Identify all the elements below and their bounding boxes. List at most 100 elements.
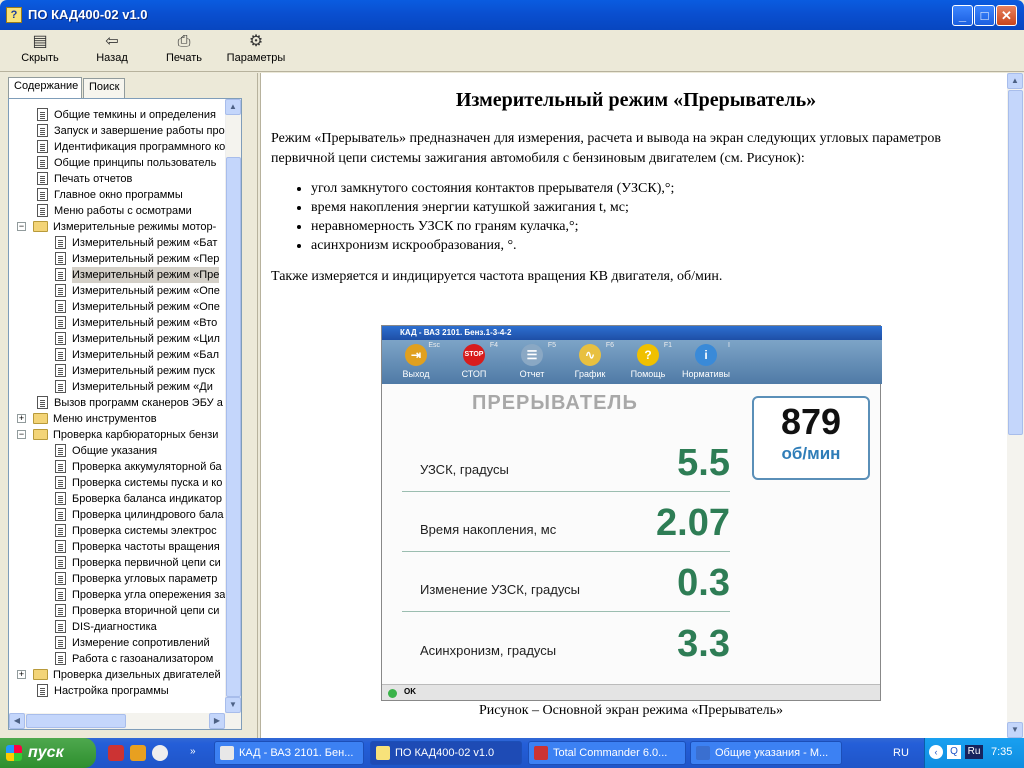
tree-hscroll-thumb[interactable]	[26, 714, 126, 728]
tree-scroll-down-button[interactable]: ▼	[225, 697, 241, 713]
content-scroll-up-button[interactable]: ▲	[1007, 73, 1023, 89]
tree-page-item[interactable]: Измерительный режим «Опе	[9, 283, 227, 299]
maximize-button[interactable]: □	[974, 5, 995, 26]
options-button[interactable]: ⚙ Параметры	[224, 33, 288, 69]
tree-page-item[interactable]: Главное окно программы	[9, 187, 227, 203]
tree-page-item[interactable]: Проверка аккумуляторной ба	[9, 459, 227, 475]
taskbar-item-active[interactable]: ПО КАД400-02 v1.0	[370, 741, 522, 765]
tree-page-item[interactable]: Общие указания	[9, 443, 227, 459]
tree-page-item[interactable]: Измерительный режим «Цил	[9, 331, 227, 347]
clock[interactable]: 7:35	[991, 746, 1012, 758]
tree-page-item[interactable]: Общие принципы пользователь	[9, 155, 227, 171]
keyboard-layout-icon[interactable]: Ru	[965, 745, 983, 759]
page-icon	[55, 524, 66, 537]
tree-item-label: Идентификация программного ко	[54, 141, 226, 153]
tree-page-item[interactable]: Проверка вторичной цепи си	[9, 603, 227, 619]
folder-icon	[33, 669, 48, 680]
tree-page-item[interactable]: DIS-диагностика	[9, 619, 227, 635]
tree-folder-item[interactable]: + Проверка дизельных двигателей	[9, 667, 227, 683]
tree-folder-item[interactable]: − Измерительные режимы мотор-	[9, 219, 227, 235]
tree-item-label: DIS-диагностика	[72, 621, 157, 633]
tree-scroll-up-button[interactable]: ▲	[225, 99, 241, 115]
tree-page-item[interactable]: Броверка баланса индикатор	[9, 491, 227, 507]
page-icon	[55, 588, 66, 601]
figure-toolbar-button[interactable]: Esc ⇥ Выход	[388, 342, 444, 382]
tab-search[interactable]: Поиск	[83, 78, 125, 98]
figure-toolbar-button[interactable]: F5 ☰ Отчет	[504, 342, 560, 382]
tree-page-item[interactable]: Измерительный режим «Бат	[9, 235, 227, 251]
tree-scroll-left-button[interactable]: ◀	[9, 713, 25, 729]
chevron-icon[interactable]: »	[190, 746, 196, 757]
figure-button-label: Помощь	[630, 369, 666, 379]
tree-page-item[interactable]: Измерительный режим пуск	[9, 363, 227, 379]
expand-icon[interactable]: +	[17, 670, 26, 679]
taskbar-item[interactable]: Общие указания - М...	[690, 741, 842, 765]
back-button[interactable]: ⇦ Назад	[90, 33, 134, 69]
tree-page-item[interactable]: Проверка системы пуска и ко	[9, 475, 227, 491]
language-indicator[interactable]: RU	[893, 747, 909, 759]
hotkey-label: Esc	[428, 342, 440, 349]
tree-page-item[interactable]: Проверка угла опережения за	[9, 587, 227, 603]
tree-page-item[interactable]: Проверка цилиндрового бала	[9, 507, 227, 523]
topic-intro: Режим «Прерыватель» предназначен для изм…	[271, 131, 942, 166]
content-vertical-scrollbar[interactable]: ▲ ▼	[1007, 73, 1024, 738]
help-icon: ?	[637, 344, 659, 366]
expand-icon[interactable]: +	[17, 414, 26, 423]
tree-page-item[interactable]: Измерительный режим «Пре	[9, 267, 227, 283]
tree-folder-item[interactable]: − Проверка карбюраторных бензи	[9, 427, 227, 443]
tree-item-label: Измерительный режим «Ди	[72, 381, 213, 393]
tree-vertical-scrollbar[interactable]: ▲ ▼	[225, 99, 241, 713]
tree-page-item[interactable]: Запуск и завершение работы про	[9, 123, 227, 139]
tree-page-item[interactable]: Печать отчетов	[9, 171, 227, 187]
content-scroll-down-button[interactable]: ▼	[1007, 722, 1023, 738]
tree-page-item[interactable]: Проверка первичной цепи си	[9, 555, 227, 571]
figure-toolbar-button[interactable]: F1? Помощь	[620, 342, 676, 382]
quicklaunch-app-icon[interactable]	[108, 745, 124, 761]
content-scroll-thumb[interactable]	[1008, 90, 1023, 435]
tray-expand-icon[interactable]: ‹	[929, 745, 943, 759]
figure-toolbar-button[interactable]: F6 ∿ График	[562, 342, 618, 382]
tree-item-label: Меню инструментов	[53, 413, 157, 425]
tree-page-item[interactable]: Вызов программ сканеров ЭБУ а	[9, 395, 227, 411]
quicklaunch-media-icon[interactable]	[152, 745, 168, 761]
tree-item-label: Проверка карбюраторных бензи	[53, 429, 219, 441]
tree-folder-item[interactable]: + Меню инструментов	[9, 411, 227, 427]
taskbar-item[interactable]: КАД - ВАЗ 2101. Бен...	[214, 741, 364, 765]
tree-page-item[interactable]: Идентификация программного ко	[9, 139, 227, 155]
tree-page-item[interactable]: Работа с газоанализатором	[9, 651, 227, 667]
figure-button-label: Выход	[402, 369, 430, 379]
taskbar-item[interactable]: Total Commander 6.0...	[528, 741, 686, 765]
tree-page-item[interactable]: Измерительный режим «Опе	[9, 299, 227, 315]
tree-page-item[interactable]: Меню работы с осмотрами	[9, 203, 227, 219]
rpm-unit: об/мин	[781, 444, 841, 463]
tree-page-item[interactable]: Измерительный режим «Пер	[9, 251, 227, 267]
hide-button[interactable]: ▤ Скрыть	[18, 33, 62, 69]
collapse-icon[interactable]: −	[17, 222, 26, 231]
quicklaunch-app-icon[interactable]	[130, 745, 146, 761]
tree-page-item[interactable]: Общие темкины и определения	[9, 107, 227, 123]
tree-page-item[interactable]: Проверка угловых параметр	[9, 571, 227, 587]
tree-page-item[interactable]: Измерительный режим «Ди	[9, 379, 227, 395]
tray-app-icon[interactable]: Q	[947, 745, 961, 759]
tree-item-label: Измерительный режим «Бат	[72, 237, 218, 249]
start-button[interactable]: пуск	[0, 738, 96, 768]
tree-scroll-right-button[interactable]: ▶	[209, 713, 225, 729]
collapse-icon[interactable]: −	[17, 430, 26, 439]
tree-page-item[interactable]: Измерительный режим «Вто	[9, 315, 227, 331]
tree-page-item[interactable]: Измерительный режим «Бал	[9, 347, 227, 363]
close-button[interactable]: ✕	[996, 5, 1017, 26]
minimize-button[interactable]: _	[952, 5, 973, 26]
figure-toolbar-button[interactable]: Ii Нормативы	[678, 342, 734, 382]
tab-contents[interactable]: Содержание	[8, 77, 82, 99]
tree-page-item[interactable]: Проверка частоты вращения	[9, 539, 227, 555]
figure-toolbar-button[interactable]: F4 STOP СТОП	[446, 342, 502, 382]
tree-scroll-thumb[interactable]	[226, 157, 241, 697]
window-titlebar[interactable]: ? ПО КАД400-02 v1.0 _ □ ✕	[0, 0, 1024, 30]
tree-page-item[interactable]: Проверка системы электрос	[9, 523, 227, 539]
topic-heading: Измерительный режим «Прерыватель»	[455, 89, 817, 111]
tree-page-item[interactable]: Настройка программы	[9, 683, 227, 699]
print-button[interactable]: ⎙ Печать	[160, 33, 208, 69]
tree-page-item[interactable]: Измерение сопротивлений	[9, 635, 227, 651]
exit-door-icon: ⇥	[405, 344, 427, 366]
tree-horizontal-scrollbar[interactable]: ◀ ▶	[9, 713, 241, 729]
